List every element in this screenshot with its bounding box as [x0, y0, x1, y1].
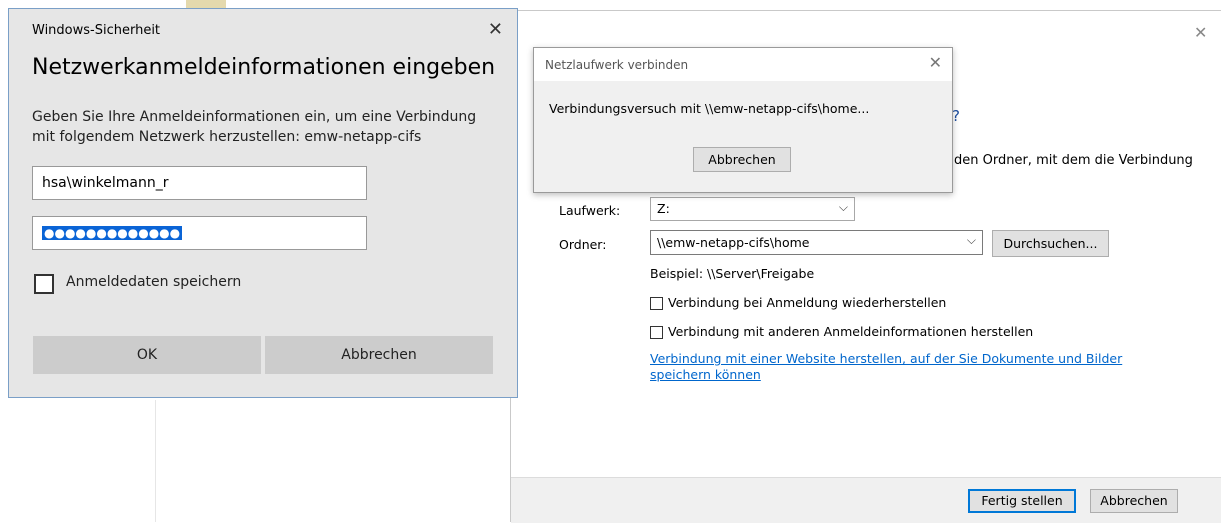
username-value: hsa\winkelmann_r [42, 175, 169, 191]
drive-select[interactable]: Z: ⌵ [650, 197, 855, 221]
example-text: Beispiel: \\Server\Freigabe [650, 266, 815, 281]
reconnect-label[interactable]: Verbindung bei Anmeldung wiederherstelle… [668, 295, 946, 310]
background-thumbnail [186, 0, 226, 8]
folder-label: Ordner: [559, 237, 607, 252]
close-icon[interactable]: ✕ [488, 19, 503, 40]
intro-text: den Ordner, mit dem die Verbindung [954, 153, 1193, 168]
windows-security-dialog: Windows-Sicherheit ✕ Netzwerkanmeldeinfo… [8, 8, 518, 398]
cancel-button[interactable]: Abbrechen [693, 147, 791, 172]
progress-body [534, 81, 952, 192]
folder-value: \\emw-netapp-cifs\home [657, 235, 810, 250]
background-divider [155, 400, 156, 522]
username-input[interactable]: hsa\winkelmann_r [32, 166, 367, 200]
cancel-button[interactable]: Abbrechen [1090, 489, 1178, 513]
dialog-heading: Netzwerkanmeldeinformationen eingeben [32, 55, 496, 80]
password-input[interactable]: ●●●●●●●●●●●●● [32, 216, 367, 250]
close-icon[interactable]: ✕ [929, 53, 942, 72]
website-link[interactable]: Verbindung mit einer Website herstellen,… [650, 351, 1170, 383]
finish-button[interactable]: Fertig stellen [968, 489, 1076, 513]
connect-progress-dialog: Netzlaufwerk verbinden ✕ Verbindungsvers… [533, 47, 953, 193]
progress-title: Netzlaufwerk verbinden [545, 58, 689, 72]
reconnect-checkbox[interactable] [650, 297, 663, 310]
drive-label: Laufwerk: [559, 203, 621, 218]
ok-button[interactable]: OK [33, 336, 261, 374]
close-icon[interactable]: ✕ [1194, 23, 1207, 42]
browse-button[interactable]: Durchsuchen... [992, 230, 1109, 257]
remember-label[interactable]: Anmeldedaten speichern [66, 274, 241, 290]
folder-combobox[interactable]: \\emw-netapp-cifs\home ⌵ [650, 230, 983, 255]
dialog-description: Geben Sie Ihre Anmeldeinformationen ein,… [32, 109, 477, 145]
dialog-title: Windows-Sicherheit [32, 23, 161, 38]
cancel-button[interactable]: Abbrechen [265, 336, 493, 374]
progress-message: Verbindungsversuch mit \\emw-netapp-cifs… [549, 101, 870, 116]
drive-value: Z: [657, 201, 670, 216]
chevron-down-icon[interactable]: ⌵ [967, 233, 976, 248]
question-text: ? [952, 107, 960, 125]
other-credentials-checkbox[interactable] [650, 326, 663, 339]
chevron-down-icon: ⌵ [838, 200, 848, 214]
other-credentials-label[interactable]: Verbindung mit anderen Anmeldeinformatio… [668, 324, 1033, 339]
password-value: ●●●●●●●●●●●●● [42, 226, 183, 240]
remember-checkbox[interactable] [34, 274, 54, 294]
